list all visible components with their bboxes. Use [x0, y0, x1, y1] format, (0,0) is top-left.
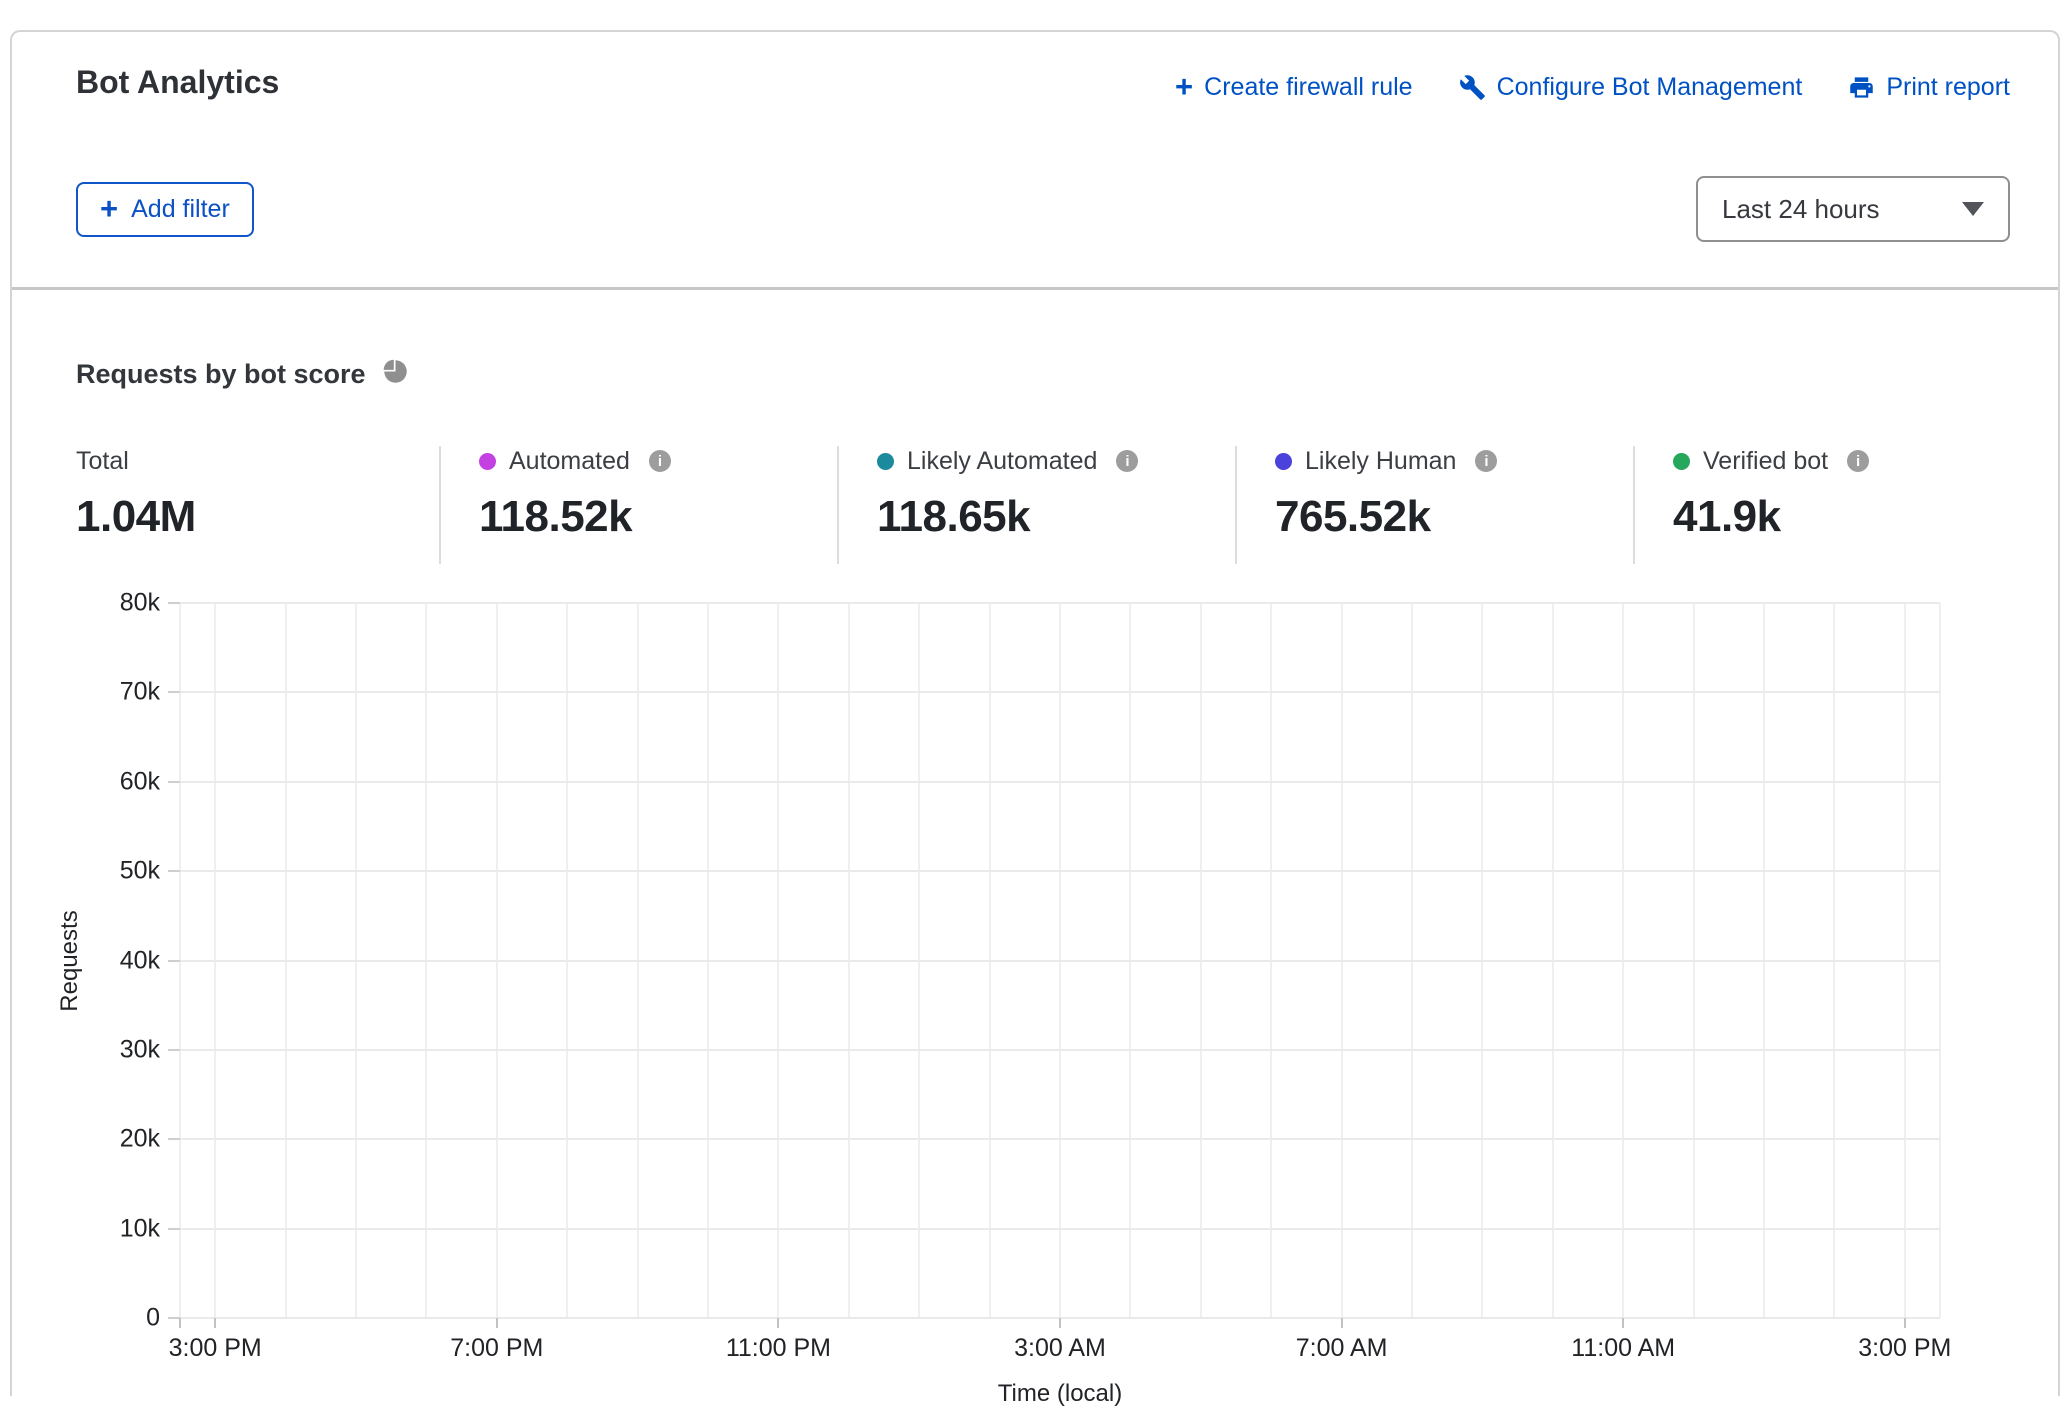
info-icon[interactable]: i: [1847, 450, 1869, 472]
stats-row: Total 1.04M Automated i 118.52k Likely A…: [76, 446, 2031, 564]
y-axis-tick-label: 30k: [120, 1035, 160, 1064]
y-axis-tick-label: 0: [146, 1304, 160, 1333]
print-report-label: Print report: [1886, 73, 2010, 102]
configure-bot-management-link[interactable]: Configure Bot Management: [1459, 73, 1803, 102]
info-icon[interactable]: i: [1116, 450, 1138, 472]
wrench-icon: [1459, 74, 1486, 101]
x-axis-tick-label: 7:00 PM: [450, 1334, 543, 1363]
y-tick: [168, 1049, 180, 1051]
x-tick: [1341, 1318, 1343, 1328]
print-report-link[interactable]: Print report: [1848, 73, 2010, 102]
x-axis-tick-label: 3:00 PM: [169, 1334, 262, 1363]
h-gridline: [180, 602, 1940, 604]
x-axis-title: Time (local): [998, 1380, 1122, 1408]
h-gridline: [180, 1228, 1940, 1230]
stat-label: Total: [76, 447, 129, 476]
create-firewall-rule-label: Create firewall rule: [1204, 73, 1412, 102]
info-icon[interactable]: i: [649, 450, 671, 472]
stat-label: Likely Automated: [907, 447, 1097, 476]
stat-verified-bot: Verified bot i 41.9k: [1633, 446, 2031, 564]
y-tick: [168, 691, 180, 693]
header-actions: + Create firewall rule Configure Bot Man…: [1175, 72, 2010, 103]
printer-icon: [1848, 74, 1875, 101]
x-axis-tick-label: 7:00 AM: [1296, 1334, 1388, 1363]
h-gridline: [180, 1049, 1940, 1051]
page-title: Bot Analytics: [76, 64, 279, 101]
y-axis-tick-label: 50k: [120, 857, 160, 886]
y-axis-tick-label: 60k: [120, 767, 160, 796]
stat-dot: [877, 453, 894, 470]
info-icon[interactable]: i: [1475, 450, 1497, 472]
section-header: Requests by bot score: [76, 358, 409, 390]
y-tick: [168, 960, 180, 962]
create-firewall-rule-link[interactable]: + Create firewall rule: [1175, 72, 1413, 103]
x-tick: [1622, 1318, 1624, 1328]
stat-value: 1.04M: [76, 492, 439, 542]
time-range-value: Last 24 hours: [1722, 194, 1880, 225]
h-gridline: [180, 870, 1940, 872]
stat-total: Total 1.04M: [76, 446, 439, 564]
x-axis-tick-label: 3:00 PM: [1858, 1334, 1951, 1363]
pie-chart-icon[interactable]: [382, 358, 409, 390]
y-axis-tick-label: 40k: [120, 946, 160, 975]
h-gridline: [180, 960, 1940, 962]
stat-dot: [479, 453, 496, 470]
x-tick: [214, 1318, 216, 1328]
stat-value: 41.9k: [1673, 492, 2031, 542]
stat-label: Verified bot: [1703, 447, 1828, 476]
plot-area: Requests Time (local) 010k20k30k40k50k60…: [180, 603, 1940, 1318]
y-axis-tick-label: 20k: [120, 1125, 160, 1154]
y-tick: [168, 781, 180, 783]
plus-icon: +: [1175, 71, 1193, 102]
header-divider: [12, 287, 2058, 290]
y-axis-tick-label: 10k: [120, 1214, 160, 1243]
x-tick: [179, 1318, 181, 1328]
h-gridline: [180, 1138, 1940, 1140]
x-axis-tick-label: 11:00 PM: [726, 1334, 831, 1363]
x-axis-tick-label: 11:00 AM: [1571, 1334, 1675, 1363]
add-filter-button[interactable]: + Add filter: [76, 182, 254, 237]
x-tick: [1059, 1318, 1061, 1328]
bot-analytics-card: Bot Analytics + Create firewall rule Con…: [10, 30, 2060, 1396]
y-tick: [168, 870, 180, 872]
stat-dot: [1673, 453, 1690, 470]
y-axis-title: Requests: [56, 910, 84, 1011]
section-title: Requests by bot score: [76, 359, 366, 390]
stat-label: Automated: [509, 447, 630, 476]
time-range-select[interactable]: Last 24 hours: [1696, 176, 2010, 242]
y-tick: [168, 1228, 180, 1230]
x-tick: [1904, 1318, 1906, 1328]
h-gridline: [180, 691, 1940, 693]
y-axis-tick-label: 70k: [120, 678, 160, 707]
plus-icon: +: [100, 193, 118, 224]
stat-likely-human: Likely Human i 765.52k: [1235, 446, 1633, 564]
h-gridline: [180, 781, 1940, 783]
chevron-down-icon: [1962, 202, 1984, 216]
x-tick: [496, 1318, 498, 1328]
stat-likely-automated: Likely Automated i 118.65k: [837, 446, 1235, 564]
stat-value: 118.52k: [479, 492, 837, 542]
add-filter-label: Add filter: [131, 195, 230, 224]
configure-bot-management-label: Configure Bot Management: [1497, 73, 1803, 102]
stat-automated: Automated i 118.52k: [439, 446, 837, 564]
y-tick: [168, 602, 180, 604]
x-tick: [777, 1318, 779, 1328]
x-axis-tick-label: 3:00 AM: [1014, 1334, 1106, 1363]
stat-dot: [1275, 453, 1292, 470]
stat-label: Likely Human: [1305, 447, 1456, 476]
stat-value: 765.52k: [1275, 492, 1633, 542]
y-axis-tick-label: 80k: [120, 589, 160, 618]
y-tick: [168, 1138, 180, 1140]
stat-value: 118.65k: [877, 492, 1235, 542]
